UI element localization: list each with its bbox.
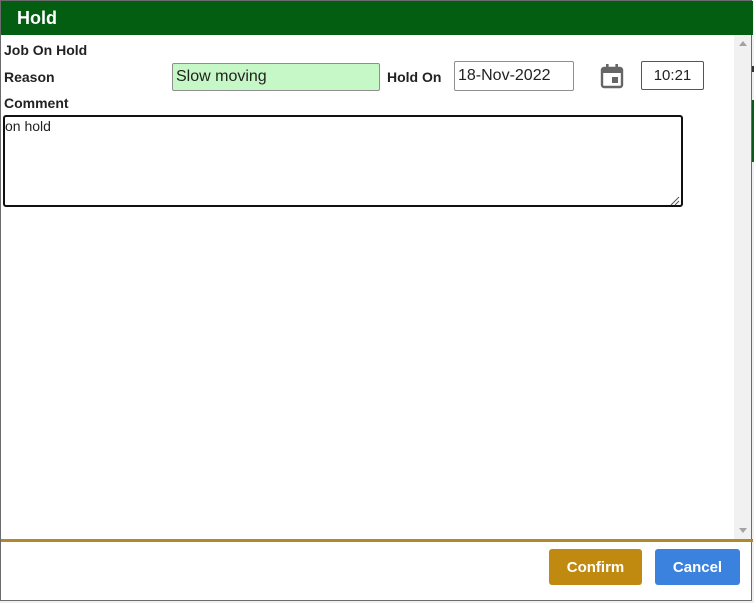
comment-textarea[interactable]: on hold — [3, 115, 683, 207]
reason-label: Reason — [4, 69, 55, 85]
vertical-scrollbar[interactable] — [734, 35, 751, 539]
dialog-title: Hold — [17, 8, 57, 28]
chevron-up-icon — [738, 41, 747, 46]
resize-handle-icon[interactable] — [668, 193, 680, 206]
hold-dialog: Hold Job On Hold Reason Hold On Comment … — [0, 0, 753, 601]
job-on-hold-label: Job On Hold — [4, 42, 88, 58]
scroll-up-button[interactable] — [734, 35, 751, 52]
footer-divider — [1, 539, 753, 542]
comment-label: Comment — [4, 95, 69, 111]
dialog-body: Job On Hold Reason Hold On Comment on ho… — [1, 35, 751, 539]
hold-on-date-input[interactable] — [454, 61, 574, 91]
confirm-button[interactable]: Confirm — [549, 549, 642, 585]
cancel-button[interactable]: Cancel — [655, 549, 740, 585]
hold-on-label: Hold On — [387, 69, 442, 85]
dialog-header: Hold — [1, 1, 753, 35]
scroll-down-button[interactable] — [734, 522, 751, 539]
chevron-down-icon — [738, 528, 747, 533]
calendar-icon[interactable] — [600, 63, 624, 89]
hold-on-time-input[interactable] — [641, 61, 704, 90]
reason-input[interactable] — [172, 63, 380, 91]
